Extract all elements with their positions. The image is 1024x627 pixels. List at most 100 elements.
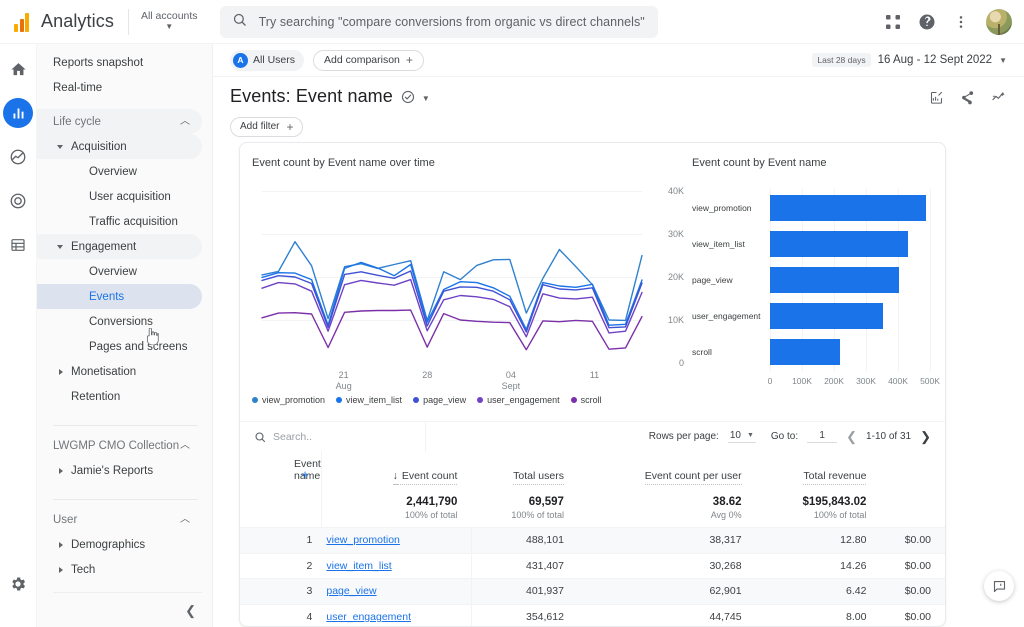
column-header-total-users[interactable]: Total users: [471, 451, 578, 488]
chevron-left-icon[interactable]: ❮: [185, 603, 196, 619]
event-name-link[interactable]: user_engagement: [326, 611, 411, 623]
more-vert-icon[interactable]: [946, 7, 976, 37]
bar-row[interactable]: page_view: [692, 267, 764, 293]
bar-label: scroll: [692, 346, 712, 357]
table-row[interactable]: 4 user_engagement 354,612 44,745 8.00 $0.00: [240, 603, 945, 626]
sidebar: Reports snapshot Real-time Life cycle ︿ Acqu…: [37, 44, 213, 627]
advertising-icon[interactable]: [3, 186, 33, 216]
insights-icon[interactable]: [991, 89, 1007, 110]
sidebar-item-engagement[interactable]: Engagement: [37, 234, 202, 259]
caret-down-icon[interactable]: [57, 144, 63, 149]
bar-fill-view_item_list[interactable]: [770, 231, 909, 257]
event-name-link[interactable]: page_view: [326, 585, 376, 597]
add-dimension-icon[interactable]: +: [301, 467, 309, 482]
goto-input[interactable]: 1: [807, 430, 838, 443]
bar-row[interactable]: user_engagement: [692, 303, 764, 329]
row-event-name: view_promotion: [321, 527, 472, 553]
table-row[interactable]: 2 view_item_list 431,407 30,268 14.26 $0.00: [240, 552, 945, 579]
explore-icon[interactable]: [3, 142, 33, 172]
sidebar-item-life-cycle[interactable]: Life cycle ︿: [37, 109, 202, 134]
column-header-event-count[interactable]: ↓ Event count: [320, 451, 472, 488]
sidebar-item-tech[interactable]: Tech: [37, 557, 202, 582]
legend-item-user_engagement[interactable]: user_engagement: [477, 395, 560, 405]
sidebar-item-overview[interactable]: Overview: [37, 159, 202, 184]
account-selector[interactable]: All accounts ▼: [141, 10, 198, 32]
gear-icon[interactable]: [3, 569, 33, 599]
global-search[interactable]: Try searching "compare conversions from …: [219, 5, 658, 38]
sidebar-item-jamie-s-reports[interactable]: Jamie's Reports: [37, 458, 202, 483]
sidebar-item-overview[interactable]: Overview: [37, 259, 202, 284]
column-header-event-name[interactable]: Event name +: [240, 451, 321, 488]
all-users-chip[interactable]: A All Users: [230, 49, 305, 71]
sidebar-item-retention[interactable]: Retention: [37, 384, 202, 409]
column-header-total-revenue[interactable]: Total revenue: [756, 451, 881, 488]
rows-per-page-select[interactable]: 10 ▼: [727, 430, 756, 443]
bar-row[interactable]: view_item_list: [692, 231, 764, 257]
sidebar-item-events[interactable]: Events: [37, 284, 202, 309]
caret-right-icon[interactable]: [59, 368, 63, 375]
bar-fill-page_view[interactable]: [770, 267, 899, 293]
bar-fill-user_engagement[interactable]: [770, 303, 884, 329]
sidebar-item-lwgmp-cmo-collection[interactable]: LWGMP CMO Collection ︿: [37, 433, 202, 458]
chevron-down-icon[interactable]: ▼: [422, 94, 430, 103]
sidebar-item-demographics[interactable]: Demographics: [37, 532, 202, 557]
sidebar-item-conversions[interactable]: Conversions: [37, 309, 202, 334]
totals-cell: 2,441,790 100% of total: [320, 488, 472, 528]
analytics-app: Analytics All accounts ▼ Try searching "…: [0, 0, 1024, 627]
bar-row[interactable]: scroll: [692, 339, 764, 365]
bar-fill-scroll[interactable]: [770, 339, 841, 365]
sidebar-item-user[interactable]: User ︿: [37, 507, 202, 532]
totals-value: 38.62: [712, 496, 742, 508]
avatar[interactable]: [986, 8, 1012, 35]
add-comparison-button[interactable]: Add comparison +: [313, 49, 424, 71]
legend-color-dot: [570, 397, 577, 403]
add-filter-button[interactable]: Add filter +: [230, 116, 304, 137]
feedback-icon[interactable]: [984, 571, 1014, 601]
share-icon[interactable]: [960, 90, 975, 110]
library-icon[interactable]: [3, 230, 33, 260]
sidebar-item-user-acquisition[interactable]: User acquisition: [37, 184, 202, 209]
sidebar-item-acquisition[interactable]: Acquisition: [37, 134, 202, 159]
sidebar-item-pages-and-screens[interactable]: Pages and screens: [37, 334, 202, 359]
chevron-up-icon[interactable]: ︿: [180, 440, 190, 451]
previous-page-button[interactable]: ❮: [846, 429, 857, 445]
x-axis-tick: 0: [767, 376, 773, 386]
help-circle-icon[interactable]: [912, 7, 942, 37]
column-header-event-count-per-user[interactable]: Event count per user: [578, 451, 756, 488]
legend-item-view_item_list[interactable]: view_item_list: [336, 395, 402, 405]
legend-item-view_promotion[interactable]: view_promotion: [252, 395, 325, 405]
home-icon[interactable]: [3, 54, 33, 84]
legend-item-scroll[interactable]: scroll: [570, 395, 602, 405]
date-range-selector[interactable]: Last 28 days 16 Aug - 12 Sept 2022 ▼: [812, 53, 1024, 67]
search-input[interactable]: [273, 430, 413, 443]
sidebar-item-traffic-acquisition[interactable]: Traffic acquisition: [37, 209, 202, 234]
row-revenue: $0.00: [880, 603, 945, 626]
chevron-up-icon[interactable]: ︿: [180, 116, 190, 127]
chevron-up-icon[interactable]: ︿: [180, 514, 190, 525]
sidebar-item-reports-snapshot[interactable]: Reports snapshot: [37, 50, 202, 75]
caret-down-icon[interactable]: [57, 244, 63, 249]
event-name-link[interactable]: view_item_list: [326, 560, 391, 572]
bar-row[interactable]: view_promotion: [692, 195, 764, 221]
event-name-link[interactable]: view_promotion: [326, 534, 400, 546]
table-row[interactable]: 3 page_view 401,937 62,901 6.42 $0.00: [240, 578, 945, 604]
check-circle-icon[interactable]: [401, 90, 415, 109]
caret-right-icon[interactable]: [59, 541, 63, 548]
add-filter-label: Add filter: [240, 121, 280, 132]
bar-fill-view_promotion[interactable]: [770, 195, 927, 221]
caret-right-icon[interactable]: [59, 566, 63, 573]
table-row[interactable]: 1 view_promotion 488,101 38,317 12.80 $0.00: [240, 527, 945, 553]
sidebar-item-real-time[interactable]: Real-time: [37, 75, 202, 100]
main-content: A All Users Add comparison + Last 28 day…: [213, 44, 1024, 627]
apps-grid-icon[interactable]: [878, 7, 908, 37]
next-page-button[interactable]: ❯: [920, 429, 931, 445]
edit-chart-icon[interactable]: [929, 90, 944, 110]
sidebar-item-monetisation[interactable]: Monetisation: [37, 359, 202, 384]
reports-icon[interactable]: [3, 98, 33, 128]
bar-chart[interactable]: 0 100K 200K 300K 400K 500K view_promotion view_…: [692, 183, 940, 395]
line-chart[interactable]: 0 10K 20K 30K 40K 21 Aug 28 04 Sept 11: [252, 183, 684, 393]
legend-item-page_view[interactable]: page_view: [413, 395, 466, 405]
table-search[interactable]: [240, 421, 426, 452]
caret-right-icon[interactable]: [59, 467, 63, 474]
